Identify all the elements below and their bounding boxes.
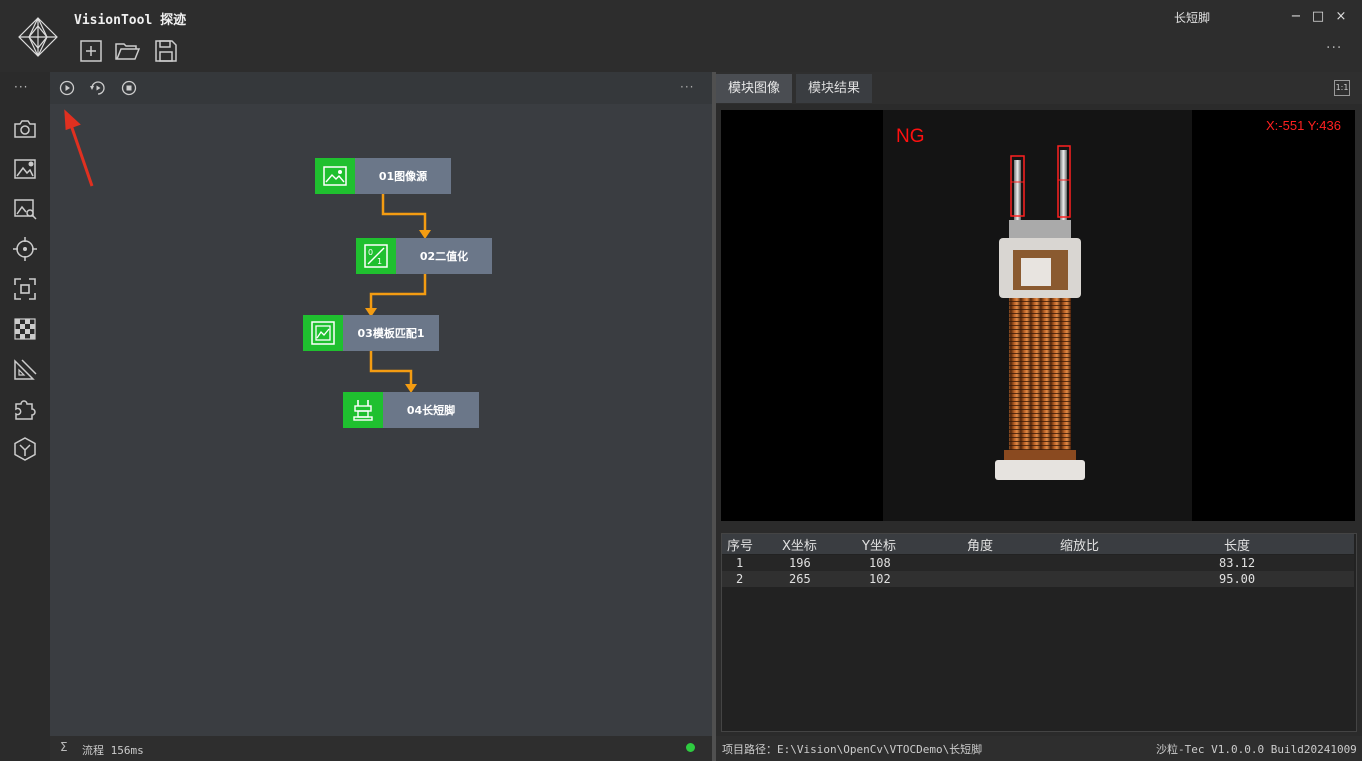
maximize-button[interactable]: □: [1308, 8, 1328, 26]
canvas-toolbar: [50, 72, 712, 104]
save-icon[interactable]: [153, 38, 179, 64]
puzzle-icon[interactable]: [12, 396, 38, 422]
table-cell: 83.12: [1219, 556, 1256, 570]
column-header: 长度: [1224, 539, 1251, 554]
canvas-status-bar: [50, 736, 712, 761]
minimize-button[interactable]: −: [1286, 8, 1306, 26]
more-menu-button[interactable]: ···: [1326, 40, 1342, 56]
column-header: 角度: [967, 539, 994, 554]
image-settings-icon[interactable]: [12, 156, 38, 182]
flow-node-label: 04长短脚: [383, 392, 479, 428]
loop-run-icon[interactable]: [89, 80, 107, 96]
version-label: 沙粒-Tec V1.0.0.0 Build20241009: [1156, 743, 1357, 756]
sigma-icon: Σ: [60, 740, 68, 754]
binarize-icon: 01: [356, 238, 396, 274]
title-bar: [0, 0, 1362, 72]
flow-node-binarize[interactable]: 01 02二值化: [356, 238, 492, 274]
open-folder-icon[interactable]: [114, 38, 140, 64]
table-cell: 1: [736, 556, 744, 570]
image-search-icon[interactable]: [12, 196, 38, 222]
focus-frame-icon[interactable]: [12, 276, 38, 302]
table-cell: 196: [789, 556, 811, 570]
image-viewer[interactable]: [721, 110, 1355, 521]
table-cell: 95.00: [1219, 572, 1256, 586]
project-path: 项目路径：E:\Vision\OpenCv\VTOCDemo\长短脚: [722, 743, 983, 756]
status-indicator: [686, 743, 695, 752]
flow-node-pin-length[interactable]: 04长短脚: [343, 392, 479, 428]
fit-actual-size-button[interactable]: 1:1: [1334, 80, 1350, 96]
flow-node-label: 03模板匹配1: [343, 315, 439, 351]
document-title: 长短脚: [1174, 11, 1211, 25]
app-logo-icon: [18, 17, 58, 57]
checkerboard-icon[interactable]: [12, 316, 38, 342]
column-header: Y坐标: [862, 539, 896, 554]
image-icon: [315, 158, 355, 194]
svg-text:0: 0: [368, 248, 373, 257]
table-cell: 265: [789, 572, 811, 586]
panel-splitter[interactable]: [712, 72, 716, 761]
target-icon[interactable]: [12, 236, 38, 262]
svg-text:1: 1: [377, 257, 382, 266]
tab-module-result[interactable]: 模块结果: [796, 74, 873, 103]
sidebar-more-button[interactable]: ···: [14, 80, 28, 94]
column-header: 序号: [727, 539, 754, 554]
inspection-image: [883, 110, 1192, 521]
flow-node-label: 01图像源: [355, 158, 451, 194]
flow-node-template-match[interactable]: 03模板匹配1: [303, 315, 439, 351]
table-cell: 102: [869, 572, 891, 586]
column-header: X坐标: [782, 539, 817, 554]
inspection-result-label: NG: [896, 126, 925, 147]
column-header: 缩放比: [1060, 539, 1100, 554]
close-button[interactable]: ×: [1331, 8, 1351, 26]
run-icon[interactable]: [59, 80, 75, 96]
table-row[interactable]: [722, 555, 1354, 571]
template-match-icon: [303, 315, 343, 351]
ruler-icon[interactable]: [12, 356, 38, 382]
flow-node-image-source[interactable]: 01图像源: [315, 158, 451, 194]
table-cell: 108: [869, 556, 891, 570]
table-row[interactable]: [722, 571, 1354, 587]
hexagon-icon[interactable]: [12, 436, 38, 462]
app-title: VisionTool 探迹: [74, 13, 187, 28]
pin-length-icon: [343, 392, 383, 428]
stop-icon[interactable]: [121, 80, 137, 96]
flow-node-label: 02二值化: [396, 238, 492, 274]
new-icon[interactable]: [78, 38, 104, 64]
cursor-coordinate-readout: X:-551 Y:436: [1266, 118, 1341, 133]
table-cell: 2: [736, 572, 744, 586]
tab-module-image[interactable]: 模块图像: [716, 74, 793, 103]
flow-time-label: 流程 156ms: [82, 744, 144, 757]
canvas-more-button[interactable]: ···: [680, 80, 694, 94]
camera-icon[interactable]: [12, 116, 38, 142]
